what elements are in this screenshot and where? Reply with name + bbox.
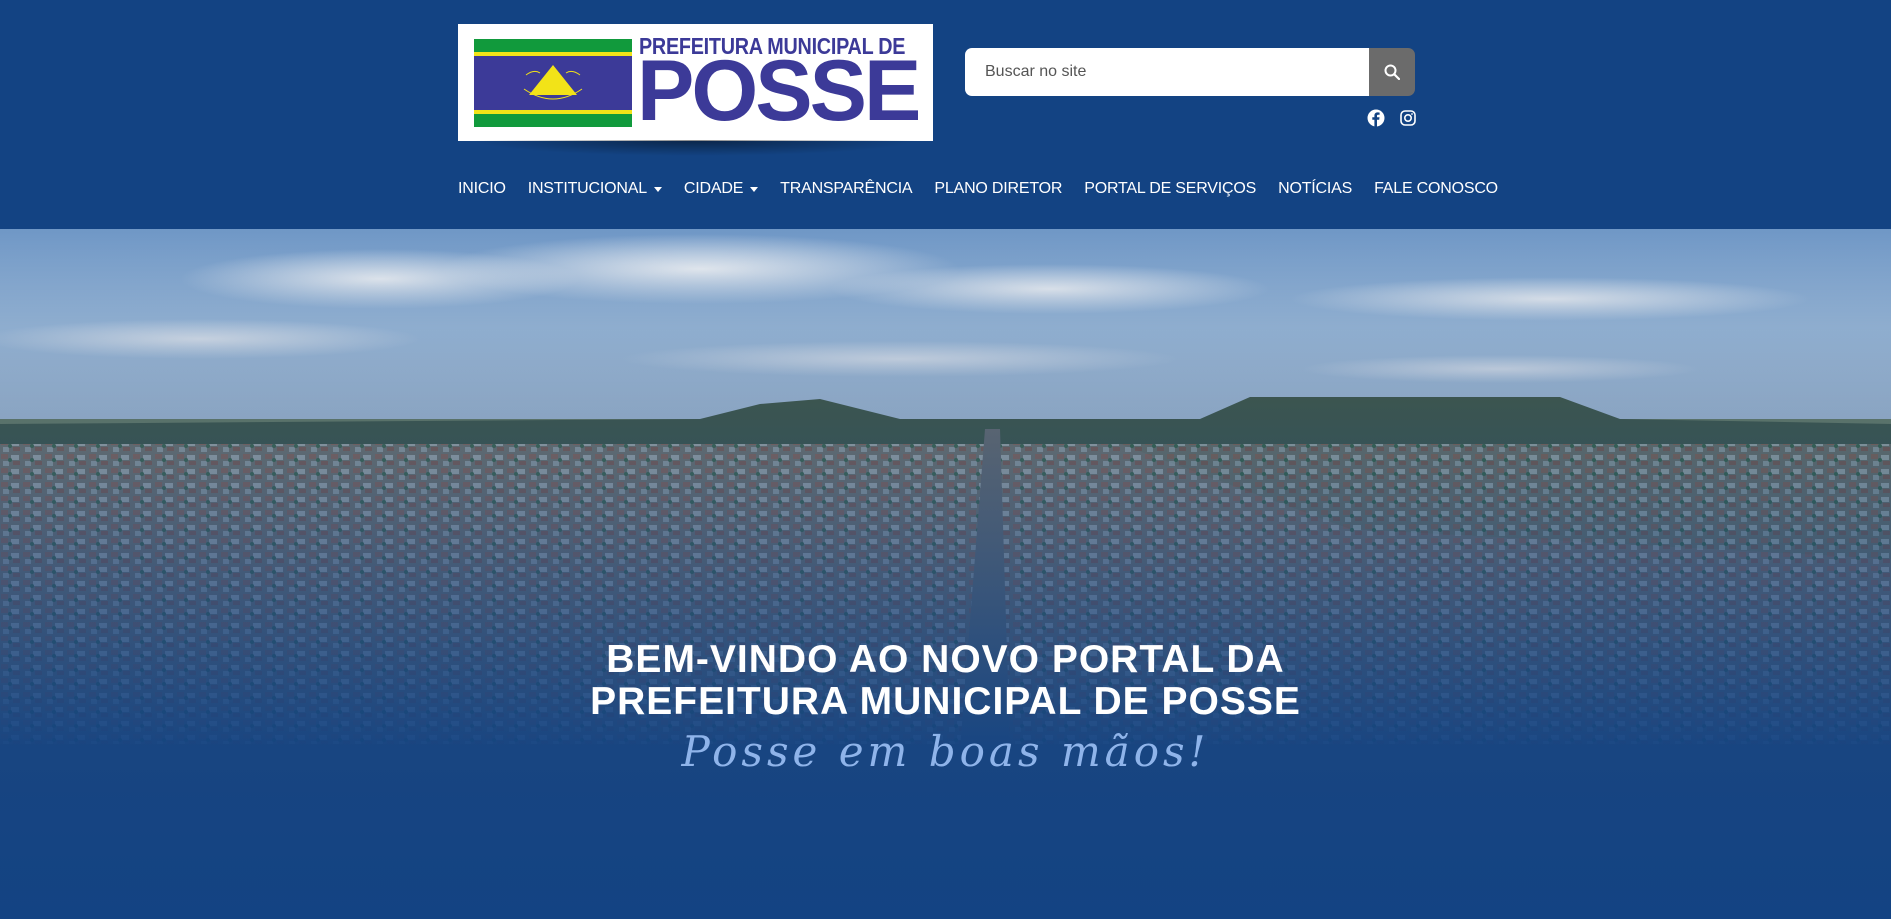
hero-title-line1: BEM-VINDO AO NOVO PORTAL DA (606, 638, 1285, 681)
nav-item-label: TRANSPARÊNCIA (780, 180, 913, 197)
hero-banner[interactable]: BEM-VINDO AO NOVO PORTAL DA PREFEITURA M… (0, 229, 1891, 919)
logo-shadow (470, 140, 920, 156)
site-logo[interactable]: PREFEITURA MUNICIPAL DE POSSE (458, 24, 933, 141)
nav-item-label: PORTAL DE SERVIÇOS (1084, 180, 1257, 197)
search-button[interactable] (1369, 48, 1415, 96)
site-header: PREFEITURA MUNICIPAL DE POSSE INICIO (0, 0, 1891, 229)
facebook-link[interactable] (1366, 108, 1386, 128)
posse-flag-emblem (474, 39, 632, 127)
nav-item-inicio[interactable]: INICIO (458, 180, 506, 198)
nav-item-label: PLANO DIRETOR (934, 180, 1063, 197)
hero-slogan: Posse em boas mãos! (681, 727, 1210, 776)
instagram-link[interactable] (1398, 108, 1418, 128)
nav-item-label: INICIO (458, 180, 506, 197)
nav-item-label: NOTÍCIAS (1278, 180, 1353, 197)
nav-item-label: CIDADE (683, 180, 744, 197)
nav-item-institucional[interactable]: INSTITUCIONAL (528, 180, 662, 198)
nav-item-cidade[interactable]: CIDADE (683, 180, 759, 198)
main-nav: INICIO INSTITUCIONAL CIDADE TRANSPARÊNCI… (458, 178, 1498, 200)
nav-item-noticias[interactable]: NOTÍCIAS (1278, 180, 1352, 198)
nav-item-label: INSTITUCIONAL (527, 180, 647, 197)
nav-item-plano-diretor[interactable]: PLANO DIRETOR (934, 180, 1062, 198)
nav-item-label: FALE CONOSCO (1374, 180, 1498, 197)
nav-item-fale-conosco[interactable]: FALE CONOSCO (1374, 180, 1498, 198)
hero-city-aerial-image (0, 229, 1891, 919)
caret-down-icon (750, 186, 759, 192)
site-search (965, 48, 1415, 96)
caret-down-icon (653, 186, 662, 192)
nav-item-portal-de-servicos[interactable]: PORTAL DE SERVIÇOS (1084, 180, 1256, 198)
nav-item-transparencia[interactable]: TRANSPARÊNCIA (780, 180, 912, 198)
hero-title: BEM-VINDO AO NOVO PORTAL DA PREFEITURA M… (0, 639, 1891, 723)
instagram-icon (1400, 110, 1416, 126)
logo-text-posse: POSSE (637, 43, 921, 139)
hero-title-line2: PREFEITURA MUNICIPAL DE POSSE (590, 680, 1301, 723)
facebook-icon (1367, 109, 1385, 127)
search-input[interactable] (965, 48, 1369, 96)
search-icon (1384, 64, 1400, 80)
